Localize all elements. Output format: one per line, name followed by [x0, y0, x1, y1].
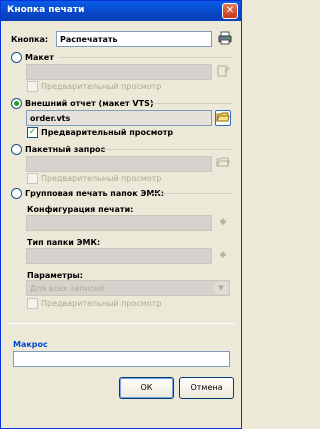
batch-preview-checkbox[interactable]	[27, 173, 38, 184]
params-label: Параметры:	[27, 271, 83, 280]
folder-icon[interactable]	[215, 156, 231, 172]
radio-group-print-label: Групповая печать папок ЭМК:	[25, 189, 165, 198]
external-report-value: order.vts	[30, 114, 71, 123]
external-report-input[interactable]: order.vts	[26, 110, 212, 126]
divider	[9, 323, 235, 324]
cancel-button-label: Отмена	[190, 383, 223, 392]
maket-preview-label: Предварительный просмотр	[41, 82, 162, 91]
print-config-label: Конфигурация печати:	[27, 205, 134, 214]
batch-request-input[interactable]	[26, 156, 212, 172]
select-config-icon[interactable]: ◆	[215, 215, 231, 231]
params-select-value: Для всех записей	[30, 284, 105, 293]
group-preview-checkbox[interactable]	[27, 298, 38, 309]
button-caption-input[interactable]: Распечатать	[56, 31, 212, 47]
radio-external-report[interactable]	[11, 98, 22, 109]
cancel-button[interactable]: Отмена	[179, 377, 234, 399]
batch-preview-label: Предварительный просмотр	[41, 174, 162, 183]
radio-batch-request-label: Пакетный запрос	[25, 145, 106, 154]
maket-preview-checkbox[interactable]	[27, 81, 38, 92]
print-config-input[interactable]	[26, 215, 212, 231]
radio-maket[interactable]	[11, 52, 22, 63]
macro-label: Макрос	[13, 340, 48, 349]
divider	[151, 103, 233, 104]
divider	[59, 57, 233, 58]
ok-button[interactable]: ОК	[119, 377, 174, 399]
radio-external-report-label: Внешний отчет (макет VTS)	[25, 99, 154, 108]
select-folder-type-icon[interactable]: ◆	[215, 248, 231, 264]
divider	[151, 193, 233, 194]
button-caption-value: Распечатать	[60, 35, 118, 44]
folder-type-input[interactable]	[26, 248, 212, 264]
group-preview-label: Предварительный просмотр	[41, 299, 162, 308]
params-select[interactable]: Для всех записей ▼	[26, 280, 230, 296]
maket-browse-icon[interactable]	[215, 64, 231, 80]
folder-open-icon[interactable]	[215, 110, 231, 126]
divider	[101, 149, 233, 150]
chevron-down-icon[interactable]: ▼	[214, 282, 228, 294]
close-button[interactable]: ✕	[222, 3, 238, 19]
macro-input[interactable]	[13, 351, 230, 367]
radio-group-print[interactable]	[11, 188, 22, 199]
close-icon: ✕	[225, 5, 235, 16]
button-field-label: Кнопка:	[11, 35, 49, 44]
external-preview-checkbox[interactable]: ✓	[27, 127, 38, 138]
radio-maket-label: Макет	[25, 53, 54, 62]
folder-type-label: Тип папки ЭМК:	[27, 238, 101, 247]
dialog-window: Кнопка печати ✕ Кнопка: Распечатать Маке…	[0, 0, 242, 429]
printer-icon[interactable]	[217, 31, 233, 47]
window-title: Кнопка печати	[7, 5, 85, 15]
ok-button-label: ОК	[140, 383, 153, 392]
radio-batch-request[interactable]	[11, 144, 22, 155]
external-preview-label: Предварительный просмотр	[41, 128, 174, 137]
title-bar[interactable]: Кнопка печати ✕	[1, 1, 241, 21]
maket-input[interactable]	[26, 64, 212, 80]
